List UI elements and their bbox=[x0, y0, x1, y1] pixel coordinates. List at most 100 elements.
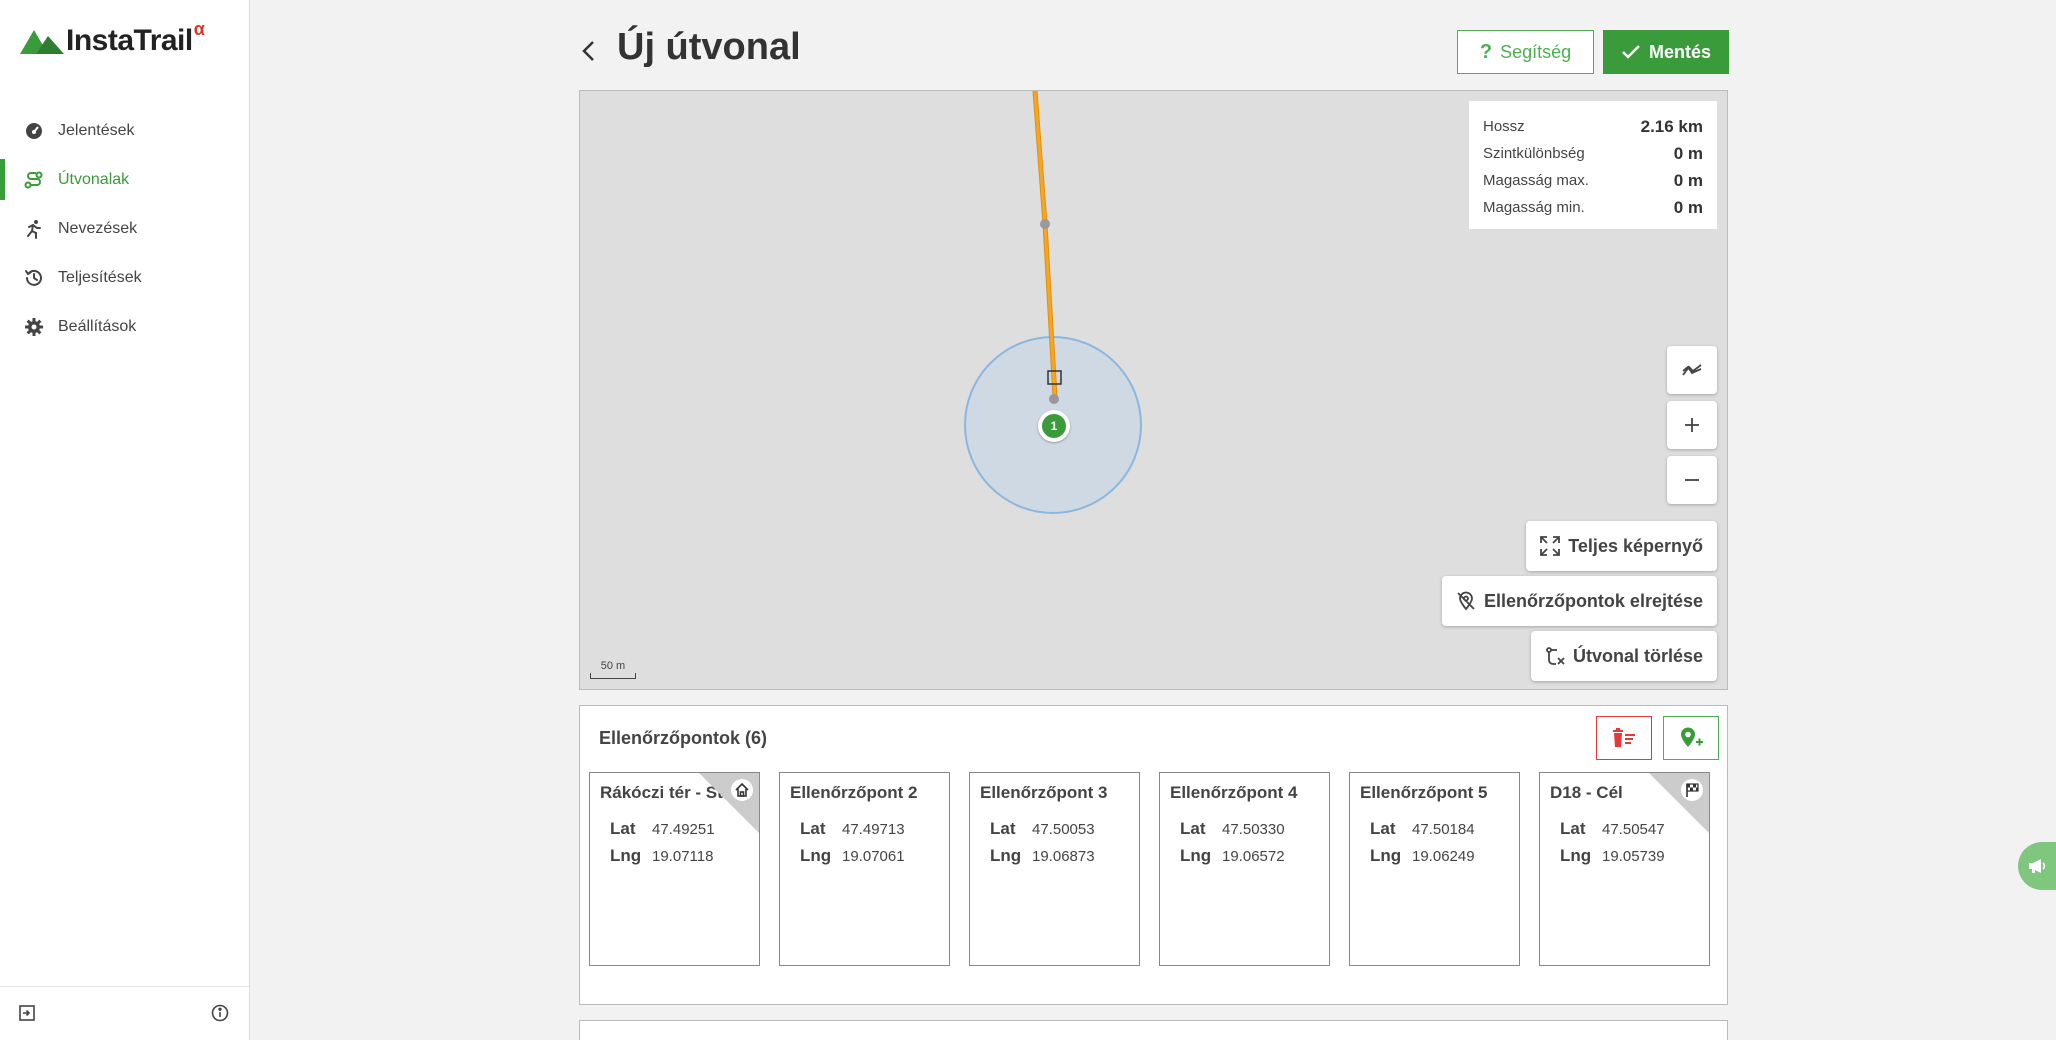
trash-list-icon bbox=[1613, 728, 1635, 747]
lng-key: Lng bbox=[990, 846, 1022, 865]
home-icon bbox=[731, 779, 753, 801]
history-icon bbox=[24, 268, 44, 288]
lng-value: 19.07061 bbox=[842, 848, 905, 865]
delete-route-label: Útvonal törlése bbox=[1572, 645, 1703, 666]
lat-key: Lat bbox=[1560, 819, 1586, 838]
elevation-profile-button[interactable] bbox=[1667, 346, 1717, 394]
sidebar: InstaTrail α Jelentések Útvonalak Nevezé… bbox=[0, 0, 250, 1040]
checkpoint-card-4[interactable]: Ellenőrzőpont 4 Lat 47.50330 Lng 19.0657… bbox=[1159, 772, 1330, 966]
fullscreen-label: Teljes képernyő bbox=[1568, 535, 1703, 556]
stat-value: 0 m bbox=[1673, 170, 1703, 190]
logout-icon[interactable] bbox=[18, 1004, 38, 1024]
checkpoint-lat-row: Lat 47.49713 bbox=[800, 819, 905, 839]
lat-value: 47.50184 bbox=[1412, 821, 1475, 838]
lat-value: 47.50330 bbox=[1222, 821, 1285, 838]
sidebar-nav: Jelentések Útvonalak Nevezések Teljesíté… bbox=[0, 106, 249, 351]
checkpoint-marker[interactable]: 1 bbox=[1038, 410, 1070, 442]
route-delete-icon bbox=[1546, 647, 1565, 665]
info-icon[interactable] bbox=[211, 1004, 231, 1024]
lng-value: 19.06249 bbox=[1412, 848, 1475, 865]
stat-value: 2.16 km bbox=[1640, 116, 1703, 136]
fullscreen-icon bbox=[1540, 536, 1561, 556]
logo-alpha: α bbox=[193, 18, 205, 39]
feedback-button[interactable] bbox=[2018, 842, 2056, 890]
route-vertex bbox=[1040, 219, 1050, 229]
checkpoint-lng-row: Lng 19.06249 bbox=[1370, 846, 1475, 866]
stat-row: Magasság max. 0 m bbox=[1483, 167, 1703, 194]
sidebar-item-label: Beállítások bbox=[58, 317, 137, 335]
finish-flag-icon bbox=[1681, 779, 1703, 801]
stat-label: Hossz bbox=[1483, 118, 1525, 135]
sidebar-item-routes[interactable]: Útvonalak bbox=[0, 155, 249, 204]
checkpoint-lat-row: Lat 47.49251 bbox=[610, 819, 715, 839]
save-button[interactable]: Mentés bbox=[1603, 30, 1729, 74]
checkpoint-card-5[interactable]: Ellenőrzőpont 5 Lat 47.50184 Lng 19.0624… bbox=[1349, 772, 1520, 966]
checkpoint-card-2[interactable]: Ellenőrzőpont 2 Lat 47.49713 Lng 19.0706… bbox=[779, 772, 950, 966]
checkpoints-panel: Ellenőrzőpontok (6) Rákóczi tér - Start … bbox=[579, 705, 1728, 1005]
checkpoint-card-1[interactable]: Rákóczi tér - Start Lat 47.49251 Lng 19.… bbox=[589, 772, 760, 966]
checkpoint-card-6[interactable]: D18 - Cél Lat 47.50547 Lng 19.05739 bbox=[1539, 772, 1710, 966]
megaphone-icon bbox=[2029, 859, 2046, 873]
back-button[interactable] bbox=[578, 36, 606, 68]
add-checkpoint-button[interactable] bbox=[1663, 716, 1719, 760]
map-scale: 50 m bbox=[590, 660, 636, 679]
fullscreen-button[interactable]: Teljes képernyő bbox=[1526, 521, 1717, 571]
help-button[interactable]: ? Segítség bbox=[1457, 30, 1594, 74]
zoom-in-button[interactable] bbox=[1667, 401, 1717, 449]
checkpoint-name: D18 - Cél bbox=[1550, 783, 1623, 802]
sidebar-footer bbox=[0, 986, 249, 1040]
checkpoint-lng-row: Lng 19.05739 bbox=[1560, 846, 1665, 866]
lng-key: Lng bbox=[800, 846, 832, 865]
stat-value: 0 m bbox=[1673, 197, 1703, 217]
stat-label: Szintkülönbség bbox=[1483, 145, 1585, 162]
lng-value: 19.06873 bbox=[1032, 848, 1095, 865]
question-icon: ? bbox=[1479, 40, 1493, 63]
stat-row: Szintkülönbség 0 m bbox=[1483, 140, 1703, 167]
checkpoint-name: Ellenőrzőpont 2 bbox=[790, 783, 918, 802]
logo-text: InstaTrail bbox=[66, 24, 193, 57]
lng-key: Lng bbox=[610, 846, 642, 865]
map-scale-bar bbox=[590, 673, 636, 679]
stat-row: Magasság min. 0 m bbox=[1483, 194, 1703, 221]
sidebar-item-reports[interactable]: Jelentések bbox=[0, 106, 249, 155]
checkpoint-marker-label: 1 bbox=[1042, 414, 1066, 438]
delete-route-button[interactable]: Útvonal törlése bbox=[1530, 631, 1717, 681]
sidebar-item-label: Útvonalak bbox=[58, 170, 130, 188]
zoom-out-button[interactable] bbox=[1667, 456, 1717, 504]
route-map[interactable]: 1 Hossz 2.16 km Szintkülönbség 0 m Magas… bbox=[579, 90, 1728, 690]
lng-key: Lng bbox=[1180, 846, 1212, 865]
lat-key: Lat bbox=[800, 819, 826, 838]
stat-label: Magasság min. bbox=[1483, 199, 1585, 216]
app-logo[interactable]: InstaTrail α bbox=[20, 19, 205, 58]
checkpoint-name: Ellenőrzőpont 3 bbox=[980, 783, 1108, 802]
sidebar-item-label: Nevezések bbox=[58, 219, 138, 237]
checkpoint-lat-row: Lat 47.50184 bbox=[1370, 819, 1475, 839]
checkpoint-lng-row: Lng 19.06873 bbox=[990, 846, 1095, 866]
checkpoint-lng-row: Lng 19.06572 bbox=[1180, 846, 1285, 866]
sidebar-item-completions[interactable]: Teljesítések bbox=[0, 253, 249, 302]
lat-key: Lat bbox=[610, 819, 636, 838]
lat-key: Lat bbox=[990, 819, 1016, 838]
checkpoint-name: Ellenőrzőpont 4 bbox=[1170, 783, 1298, 802]
lng-key: Lng bbox=[1560, 846, 1592, 865]
lat-value: 47.49713 bbox=[842, 821, 905, 838]
gear-icon bbox=[24, 317, 44, 337]
hide-checkpoints-button[interactable]: Ellenőrzőpontok elrejtése bbox=[1441, 576, 1717, 626]
lat-value: 47.50053 bbox=[1032, 821, 1095, 838]
next-panel bbox=[579, 1020, 1728, 1040]
sidebar-item-label: Teljesítések bbox=[58, 268, 142, 286]
lng-value: 19.07118 bbox=[652, 848, 714, 865]
checkpoint-card-3[interactable]: Ellenőrzőpont 3 Lat 47.50053 Lng 19.0687… bbox=[969, 772, 1140, 966]
sidebar-item-settings[interactable]: Beállítások bbox=[0, 302, 249, 351]
sidebar-item-label: Jelentések bbox=[58, 121, 135, 139]
delete-checkpoints-button[interactable] bbox=[1596, 716, 1652, 760]
route-icon bbox=[24, 170, 44, 190]
lng-value: 19.06572 bbox=[1222, 848, 1285, 865]
location-off-icon bbox=[1457, 591, 1475, 611]
sidebar-item-entries[interactable]: Nevezések bbox=[0, 204, 249, 253]
lat-key: Lat bbox=[1370, 819, 1396, 838]
lat-key: Lat bbox=[1180, 819, 1206, 838]
stat-row: Hossz 2.16 km bbox=[1483, 113, 1703, 140]
hide-checkpoints-label: Ellenőrzőpontok elrejtése bbox=[1483, 590, 1703, 611]
checkpoint-lng-row: Lng 19.07118 bbox=[610, 846, 713, 866]
